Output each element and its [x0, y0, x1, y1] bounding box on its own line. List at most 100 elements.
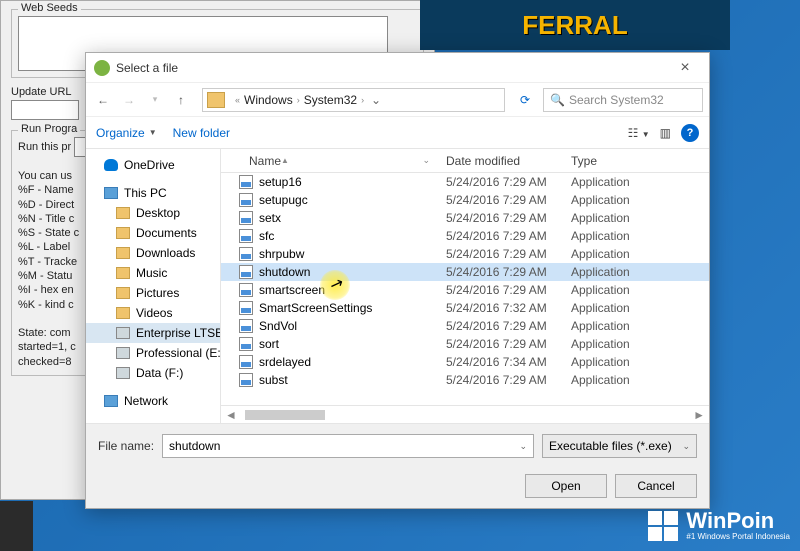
sidebar-documents[interactable]: Documents	[86, 223, 220, 243]
open-button[interactable]: Open	[525, 474, 607, 498]
column-headers: Name▲⌄ Date modified Type	[221, 149, 709, 173]
sidebar-drive-c[interactable]: Enterprise LTSB (	[86, 323, 220, 343]
newfolder-button[interactable]: New folder	[173, 126, 230, 140]
filetype-filter[interactable]: Executable files (*.exe)⌄	[542, 434, 697, 458]
webseeds-label: Web Seeds	[18, 2, 81, 14]
sidebar-desktop[interactable]: Desktop	[86, 203, 220, 223]
sidebar-network[interactable]: Network	[86, 391, 220, 411]
exe-icon	[239, 373, 253, 387]
pc-icon	[104, 187, 118, 199]
update-url-input[interactable]	[11, 100, 79, 120]
filename-input[interactable]: shutdown⌄	[162, 434, 534, 458]
file-name: SmartScreenSettings	[259, 301, 372, 315]
col-type[interactable]: Type	[571, 154, 709, 168]
file-type: Application	[571, 337, 709, 351]
preview-icon[interactable]: ▥	[660, 126, 671, 140]
forward-button[interactable]: →	[118, 89, 140, 111]
dialog-toolbar: Organize▼ New folder ☷ ▼ ▥ ?	[86, 117, 709, 149]
file-row[interactable]: subst5/24/2016 7:29 AMApplication	[221, 371, 709, 389]
file-name: subst	[259, 373, 288, 387]
file-date: 5/24/2016 7:29 AM	[446, 283, 571, 297]
file-type: Application	[571, 193, 709, 207]
file-name: SndVol	[259, 319, 297, 333]
breadcrumb[interactable]: « Windows › System32 › ⌄	[202, 88, 505, 112]
sort-asc-icon: ▲	[281, 156, 289, 165]
taskbar-fragment	[0, 501, 33, 551]
file-list[interactable]: setup165/24/2016 7:29 AMApplicationsetup…	[221, 173, 709, 405]
breadcrumb-seg[interactable]: Windows	[244, 93, 293, 107]
exe-icon	[239, 229, 253, 243]
close-icon[interactable]: ×	[669, 59, 701, 77]
file-date: 5/24/2016 7:29 AM	[446, 337, 571, 351]
recent-dropdown[interactable]: ▾	[144, 89, 166, 111]
file-date: 5/24/2016 7:29 AM	[446, 319, 571, 333]
horizontal-scrollbar[interactable]: ◄►	[221, 405, 709, 423]
file-date: 5/24/2016 7:29 AM	[446, 211, 571, 225]
sidebar-thispc[interactable]: This PC	[86, 183, 220, 203]
cancel-button[interactable]: Cancel	[615, 474, 697, 498]
file-type: Application	[571, 265, 709, 279]
dialog-titlebar[interactable]: Select a file ×	[86, 53, 709, 83]
breadcrumb-dropdown[interactable]: ⌄	[368, 93, 384, 107]
file-row[interactable]: SmartScreenSettings5/24/2016 7:32 AMAppl…	[221, 299, 709, 317]
file-row[interactable]: setup165/24/2016 7:29 AMApplication	[221, 173, 709, 191]
file-row[interactable]: sort 5/24/2016 7:29 AMApplication	[221, 335, 709, 353]
file-type: Application	[571, 175, 709, 189]
file-type: Application	[571, 319, 709, 333]
file-date: 5/24/2016 7:34 AM	[446, 355, 571, 369]
file-row[interactable]: shrpubw5/24/2016 7:29 AMApplication	[221, 245, 709, 263]
file-row[interactable]: shutdown5/24/2016 7:29 AMApplication	[221, 263, 709, 281]
up-button[interactable]: ↑	[170, 89, 192, 111]
col-date[interactable]: Date modified	[446, 154, 571, 168]
sidebar-pictures[interactable]: Pictures	[86, 283, 220, 303]
file-row[interactable]: setx5/24/2016 7:29 AMApplication	[221, 209, 709, 227]
dialog-footer: File name: shutdown⌄ Executable files (*…	[86, 423, 709, 508]
exe-icon	[239, 355, 253, 369]
folder-icon	[207, 92, 225, 108]
file-name: sfc	[259, 229, 274, 243]
file-type: Application	[571, 301, 709, 315]
file-name: sort	[259, 337, 279, 351]
chevron-icon[interactable]: ›	[297, 95, 300, 105]
file-type: Application	[571, 355, 709, 369]
sidebar-onedrive[interactable]: OneDrive	[86, 155, 220, 175]
exe-icon	[239, 337, 253, 351]
breadcrumb-seg[interactable]: System32	[304, 93, 357, 107]
exe-icon	[239, 193, 253, 207]
sidebar-downloads[interactable]: Downloads	[86, 243, 220, 263]
exe-icon	[239, 301, 253, 315]
folder-icon	[116, 287, 130, 299]
sidebar-drive-f[interactable]: Data (F:)	[86, 363, 220, 383]
watermark: WinPoin #1 Windows Portal Indonesia	[648, 510, 790, 541]
file-name: shrpubw	[259, 247, 304, 261]
file-type: Application	[571, 373, 709, 387]
exe-icon	[239, 247, 253, 261]
file-row[interactable]: SndVol 5/24/2016 7:29 AMApplication	[221, 317, 709, 335]
chevron-icon[interactable]: ›	[361, 95, 364, 105]
file-row[interactable]: sfc5/24/2016 7:29 AMApplication	[221, 227, 709, 245]
refresh-button[interactable]: ⟳	[515, 93, 535, 107]
app-icon	[94, 60, 110, 76]
sidebar-music[interactable]: Music	[86, 263, 220, 283]
file-name: setx	[259, 211, 281, 225]
exe-icon	[239, 211, 253, 225]
dialog-nav: ← → ▾ ↑ « Windows › System32 › ⌄ ⟳ 🔍 Sea…	[86, 83, 709, 117]
organize-button[interactable]: Organize▼	[96, 126, 157, 140]
sidebar-drive-e[interactable]: Professional (E:)	[86, 343, 220, 363]
file-row[interactable]: setupugc5/24/2016 7:29 AMApplication	[221, 191, 709, 209]
view-icon[interactable]: ☷ ▼	[628, 126, 650, 140]
chevron-icon[interactable]: «	[235, 95, 240, 105]
file-type: Application	[571, 247, 709, 261]
runprogram-group-label: Run Progra	[18, 123, 80, 135]
file-row[interactable]: smartscreen5/24/2016 7:29 AMApplication	[221, 281, 709, 299]
file-date: 5/24/2016 7:29 AM	[446, 229, 571, 243]
banner-ad: FERRAL	[420, 0, 730, 50]
search-input[interactable]: 🔍 Search System32	[543, 88, 703, 112]
filename-label: File name:	[98, 439, 154, 453]
col-name[interactable]: Name▲⌄	[221, 154, 446, 168]
help-icon[interactable]: ?	[681, 124, 699, 142]
exe-icon	[239, 319, 253, 333]
sidebar-videos[interactable]: Videos	[86, 303, 220, 323]
back-button[interactable]: ←	[92, 89, 114, 111]
file-row[interactable]: srdelayed5/24/2016 7:34 AMApplication	[221, 353, 709, 371]
